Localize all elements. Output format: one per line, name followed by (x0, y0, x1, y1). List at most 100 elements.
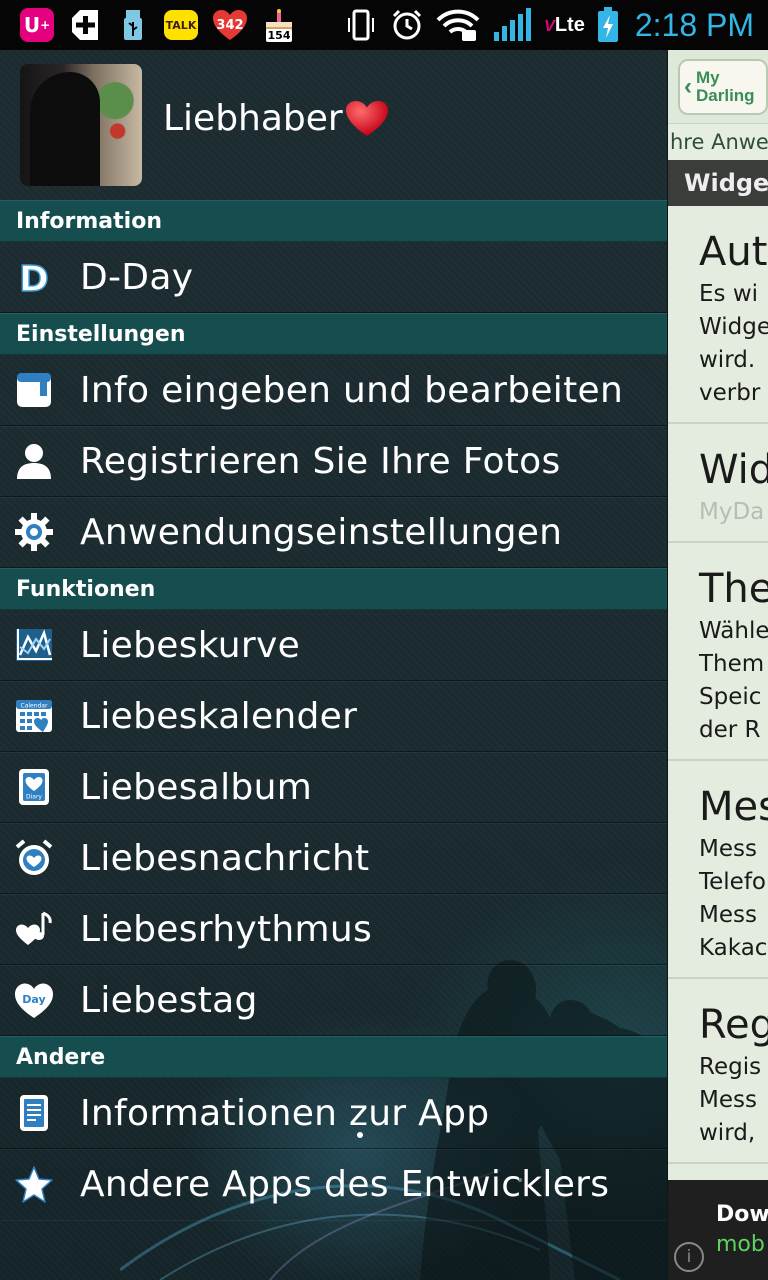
menu-item-love-album[interactable]: Diary Liebesalbum (0, 752, 667, 823)
status-bar: U + TALK 342 154 VLte 2:18 PM (0, 0, 768, 50)
profile-name-text: Liebhaber (163, 98, 343, 139)
menu-item-label: Anwendungseinstellungen (80, 511, 563, 553)
settings-card-desc-line: Speic (699, 684, 762, 710)
notebook-icon (14, 370, 54, 410)
usb-icon (116, 8, 150, 42)
menu-item-love-curve[interactable]: Liebeskurve (0, 610, 667, 681)
navigation-drawer: Liebhaber Information D D-Day Einstellun… (0, 50, 668, 1280)
settings-card-desc-line: Kakac (699, 935, 768, 961)
settings-card-desc-line: Es wi (699, 281, 759, 307)
document-icon (14, 1093, 54, 1133)
ad-banner[interactable]: i Dow mob (668, 1180, 768, 1280)
diary-icon: Diary (14, 767, 54, 807)
info-icon[interactable]: i (674, 1242, 704, 1272)
ad-line-2: mob (716, 1232, 765, 1257)
settings-card-desc-line: Mess (699, 1087, 757, 1113)
menu-item-love-message[interactable]: Liebesnachricht (0, 823, 667, 894)
heart-icon (345, 100, 389, 138)
logo-line-1: My (696, 67, 720, 87)
uplus-icon: U + (20, 8, 54, 42)
menu-item-love-day[interactable]: Day Liebestag (0, 965, 667, 1036)
gear-icon (14, 512, 54, 552)
menu-item-label: Liebeskalender (80, 695, 358, 737)
menu-item-label: Liebesrhythmus (80, 908, 373, 950)
menu-item-app-info[interactable]: Informationen zur App (0, 1078, 667, 1149)
menu-item-love-rhythm[interactable]: Liebesrhythmus (0, 894, 667, 965)
menu-item-dday[interactable]: D D-Day (0, 242, 667, 313)
app-header: ‹ My Darling (668, 50, 768, 124)
header-subtitle: hre Anwe (668, 124, 768, 160)
menu-item-label: Liebesnachricht (80, 837, 370, 879)
person-icon (14, 441, 54, 481)
settings-card-desc-line: Regis (699, 1054, 762, 1080)
add-icon (68, 8, 102, 42)
settings-card[interactable]: Reg Regis Mess wird, (668, 979, 768, 1164)
alarm-clock-heart-icon (14, 838, 54, 878)
cake-icon: 154 (262, 8, 296, 42)
settings-card[interactable]: Aut Es wi Widge wird. verbr (668, 206, 768, 424)
vibrate-icon (344, 8, 378, 42)
settings-cards: Aut Es wi Widge wird. verbr Wid MyDa The Wähle Th… (668, 206, 768, 1164)
settings-card[interactable]: The Wähle Them Speic der R (668, 543, 768, 761)
menu-item-label: Liebeskurve (80, 624, 301, 666)
settings-card-desc-line: Mess (699, 902, 757, 928)
menu-item-edit-info[interactable]: Info eingeben und bearbeiten (0, 355, 667, 426)
settings-card-desc-line: Them (699, 651, 765, 677)
menu-item-app-settings[interactable]: Anwendungseinstellungen (0, 497, 667, 568)
chart-curve-icon (14, 625, 54, 665)
battery-charging-icon (597, 7, 619, 42)
section-header-other: Andere (0, 1036, 667, 1078)
menu-item-register-photos[interactable]: Registrieren Sie Ihre Fotos (0, 426, 667, 497)
main-content-behind-drawer[interactable]: ‹ My Darling hre Anwe Widget Aut Es wi Wid… (668, 50, 768, 1280)
day-heart-icon: Day (14, 980, 54, 1020)
profile-header[interactable]: Liebhaber (0, 50, 667, 200)
settings-card-desc-line: Widge (699, 314, 768, 340)
diary-icon-word: Diary (26, 794, 42, 801)
menu-item-other-apps[interactable]: Andere Apps des Entwicklers (0, 1149, 667, 1220)
ad-line-1: Dow (716, 1202, 768, 1227)
profile-name: Liebhaber (163, 98, 389, 139)
settings-card-title: Wid (699, 447, 768, 493)
settings-card-title: Aut (699, 229, 768, 275)
settings-card-desc-line: Wähle (699, 618, 768, 644)
widget-section-bar: Widget (668, 160, 768, 206)
settings-card[interactable]: Mes Mess Telefo Mess Kakac (668, 761, 768, 979)
settings-card-hint: MyDa (699, 499, 765, 525)
logo-line-2: Darling (696, 85, 755, 105)
chevron-left-icon: ‹ (684, 72, 692, 100)
menu-item-label: Andere Apps des Entwicklers (80, 1164, 610, 1205)
alarm-icon (390, 8, 424, 42)
heart-badge-icon: 342 (212, 9, 248, 41)
settings-card[interactable]: Wid MyDa (668, 424, 768, 543)
menu-item-love-calendar[interactable]: Calendar Liebeskalender (0, 681, 667, 752)
section-header-settings: Einstellungen (0, 313, 667, 355)
star-icon (14, 1165, 54, 1205)
settings-card-title: Mes (699, 784, 768, 830)
menu-item-label: Info eingeben und bearbeiten (80, 369, 624, 411)
menu-item-label: Registrieren Sie Ihre Fotos (80, 440, 561, 482)
settings-card-desc-line: wird. (699, 347, 756, 373)
settings-card-title: The (699, 566, 768, 612)
my-darling-logo-button[interactable]: ‹ My Darling (678, 58, 768, 115)
menu-item-label: D-Day (80, 256, 194, 298)
calendar-icon-word: Calendar (21, 703, 49, 710)
settings-card-desc-line: der R (699, 717, 761, 743)
kakaotalk-icon: TALK (164, 10, 198, 40)
settings-card-desc-line: verbr (699, 380, 761, 406)
settings-card-title: Reg (699, 1002, 768, 1048)
section-header-functions: Funktionen (0, 568, 667, 610)
wifi-lock-icon (436, 8, 480, 42)
day-icon-word: Day (22, 993, 45, 1006)
section-header-information: Information (0, 200, 667, 242)
menu-item-label: Liebestag (80, 979, 258, 1021)
settings-card-desc-line: Mess (699, 836, 757, 862)
calendar-icon: Calendar (14, 696, 54, 736)
menu-item-label: Liebesalbum (80, 766, 313, 808)
dday-icon: D (14, 257, 54, 297)
volte-icon: VLte (544, 13, 585, 36)
menu-item-label: Informationen zur App (80, 1092, 490, 1134)
avatar[interactable] (20, 64, 142, 186)
settings-card-desc-line: wird, (699, 1120, 756, 1146)
music-heart-icon (14, 909, 54, 949)
settings-card-desc-line: Telefo (699, 869, 767, 895)
